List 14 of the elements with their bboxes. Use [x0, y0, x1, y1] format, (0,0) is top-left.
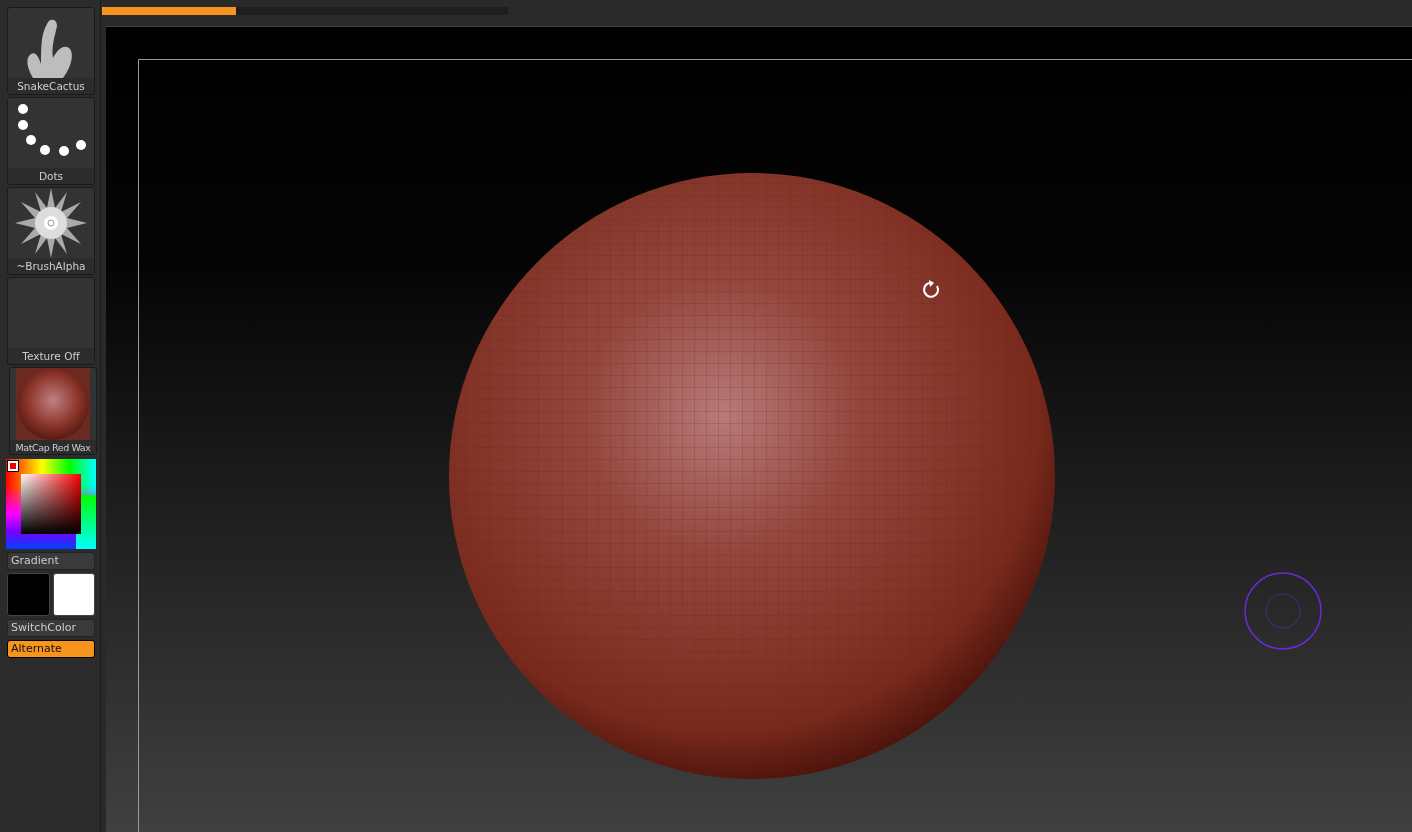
thumbnail-button[interactable]: MatCap Red Wax	[9, 367, 97, 455]
secondary-color-swatch[interactable]	[53, 573, 95, 616]
thumbnail-button[interactable]: Texture Off	[7, 277, 95, 365]
primary-color-swatch[interactable]	[7, 573, 50, 616]
gradient-button[interactable]: Gradient	[7, 552, 95, 570]
thumbnail-button[interactable]: SnakeCactus	[7, 7, 95, 95]
thumbnail-button[interactable]: Dots	[7, 97, 95, 185]
alternate-button[interactable]: Alternate	[7, 640, 95, 658]
rotate-cursor-icon	[923, 280, 940, 298]
switch-color-button[interactable]: SwitchColor	[7, 619, 95, 637]
brush-cursor-icon	[1244, 572, 1322, 650]
color-picker[interactable]	[6, 459, 96, 549]
thumbnail-button[interactable]: ~BrushAlpha	[7, 187, 95, 275]
starburst-alpha-icon	[15, 188, 87, 258]
